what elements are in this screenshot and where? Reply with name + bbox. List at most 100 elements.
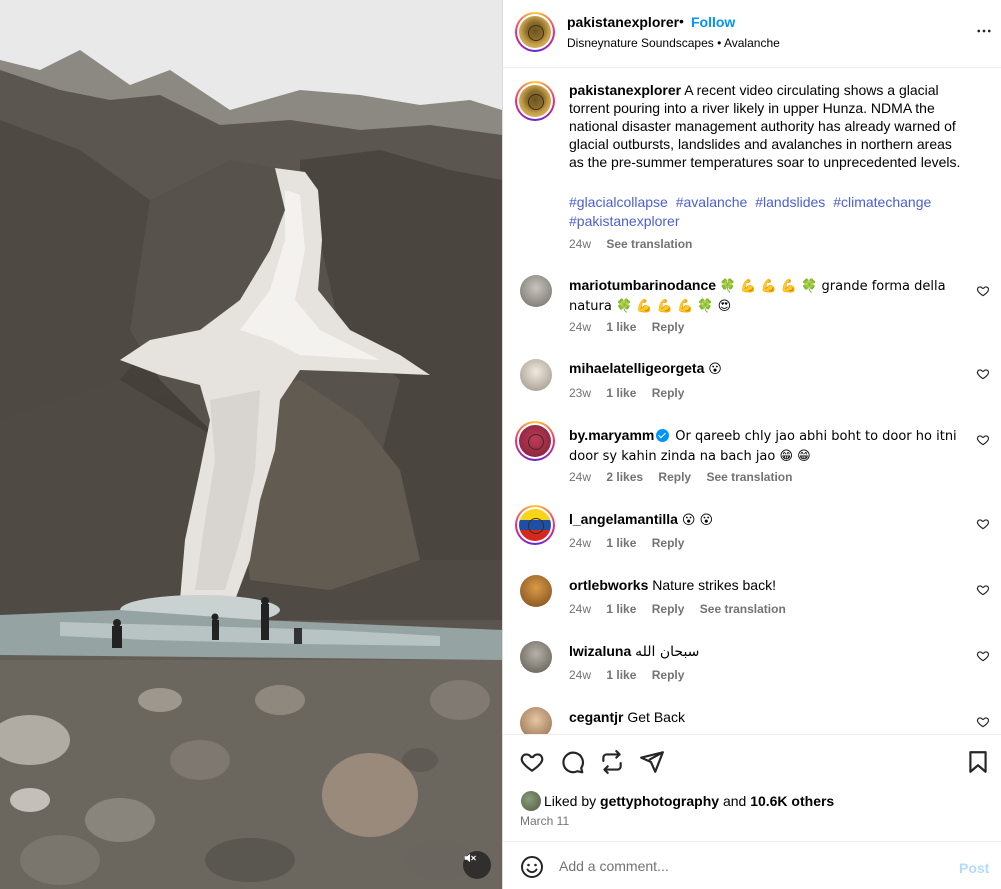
post-header: pakistanexplorer • Follow Disneynature S… [503,0,1001,68]
commenter-avatar[interactable] [520,575,552,607]
bookmark-icon[interactable] [965,749,991,775]
reply-button[interactable]: Reply [652,320,685,334]
muted-speaker-icon [464,853,476,863]
caption-meta: 24w See translation [569,237,704,251]
hashtag-link[interactable]: #climatechange [833,194,931,210]
mute-toggle-button[interactable] [463,851,491,879]
comment-username[interactable]: cegantjr [569,709,623,725]
comment-like-count[interactable]: 1 like [606,668,636,682]
comment-like-count[interactable]: 1 like [606,320,636,334]
hashtag-link[interactable]: #glacialcollapse [569,194,668,210]
comment-timestamp[interactable]: 24w [569,536,591,550]
liker-username[interactable]: gettyphotography [600,793,719,809]
post-side-panel: pakistanexplorer • Follow Disneynature S… [503,0,1001,889]
avalanche-scene [0,0,502,889]
comment-like-heart-icon[interactable] [976,433,990,447]
hashtag-link[interactable]: #pakistanexplorer [569,213,680,229]
comment-bubble-icon[interactable] [559,749,585,775]
comment-like-heart-icon[interactable] [976,583,990,597]
comment-meta: 24w 2 likes Reply See translation [569,470,804,484]
comment-meta: 24w 1 like Reply [569,536,696,550]
comment-meta: 24w 1 like Reply [569,668,696,682]
likes-others-count[interactable]: 10.6K others [750,793,834,809]
comment-username[interactable]: lwizaluna [569,643,631,659]
commenter-avatar[interactable] [515,421,555,461]
share-plane-icon[interactable] [639,749,665,775]
comment-text: 😮 [708,362,722,377]
comment-username[interactable]: mariotumbarinodance [569,277,716,293]
comment-like-heart-icon[interactable] [976,517,990,531]
comment-body: ortlebworks Nature strikes back! [569,576,969,594]
comment-body: mariotumbarinodance 🍀 💪 💪 💪 🍀 grande for… [569,276,969,316]
author-username[interactable]: pakistanexplorer [567,14,679,30]
comment-text: Nature strikes back! [652,577,776,593]
liker-avatar[interactable] [521,791,541,811]
comment-like-count[interactable]: 1 like [606,536,636,550]
add-comment-bar: Post [503,841,1001,889]
comment-text: سبحان الله [635,644,700,660]
see-translation-link[interactable]: See translation [700,602,786,616]
reply-button[interactable]: Reply [652,536,685,550]
comment-timestamp[interactable]: 24w [569,602,591,616]
likes-summary[interactable]: Liked by gettyphotography and 10.6K othe… [544,793,834,809]
commenter-avatar[interactable] [520,641,552,673]
comment-username[interactable]: mihaelatelligeorgeta [569,360,704,376]
comment-timestamp[interactable]: 24w [569,470,591,484]
likes-prefix: Liked by [544,793,597,809]
post-comment-button[interactable]: Post [959,860,989,876]
follow-button[interactable]: Follow [691,14,735,30]
comment-like-heart-icon[interactable] [976,284,990,298]
commenter-avatar[interactable] [520,359,552,391]
hashtag-link[interactable]: #landslides [755,194,825,210]
comment-timestamp[interactable]: 23w [569,386,591,400]
heart-icon[interactable] [519,749,545,775]
reply-button[interactable]: Reply [652,602,685,616]
likes-and: and [722,793,747,809]
see-translation-link[interactable]: See translation [706,470,792,484]
post-actions: Liked by gettyphotography and 10.6K othe… [503,734,1001,841]
comments-scroll-area[interactable]: pakistanexplorer A recent video circulat… [503,69,1001,734]
commenter-avatar[interactable] [520,275,552,307]
comment-body: cegantjr Get Back [569,708,969,726]
comment-meta: 24w 1 like Reply See translation [569,602,798,616]
comment-meta: 23w 1 like Reply [569,386,696,400]
comment-body: by.maryamm Or qareeb chly jao abhi boht … [569,426,969,466]
comment-like-heart-icon[interactable] [976,649,990,663]
comment-input[interactable] [559,855,939,877]
repost-icon[interactable] [599,749,625,775]
see-translation-link[interactable]: See translation [606,237,692,251]
comment-like-count[interactable]: 2 likes [606,470,643,484]
comment-body: l_angelamantilla 😮 😮 [569,510,969,530]
post-caption: pakistanexplorer A recent video circulat… [569,81,969,171]
hashtag-list: #glacialcollapse #avalanche #landslides … [569,193,969,231]
reply-button[interactable]: Reply [652,386,685,400]
post-video[interactable] [0,0,502,889]
audio-location-subtitle[interactable]: Disneynature Soundscapes • Avalanche [567,36,780,50]
comment-timestamp[interactable]: 24w [569,668,591,682]
post-date[interactable]: March 11 [520,814,569,828]
caption-timestamp[interactable]: 24w [569,237,591,251]
comment-body: mihaelatelligeorgeta 😮 [569,359,969,379]
caption-username[interactable]: pakistanexplorer [569,82,681,98]
comment-username[interactable]: ortlebworks [569,577,648,593]
emoji-icon[interactable] [520,855,544,879]
comment-username[interactable]: l_angelamantilla [569,511,678,527]
caption-author-avatar[interactable] [515,81,555,121]
comment-text: Get Back [627,709,685,725]
comment-like-heart-icon[interactable] [976,715,990,729]
commenter-avatar[interactable] [520,707,552,734]
comment-meta: 24w 1 like Reply [569,320,696,334]
comment-like-count[interactable]: 1 like [606,602,636,616]
comment-username[interactable]: by.maryamm [569,427,654,443]
commenter-avatar[interactable] [515,505,555,545]
hashtag-link[interactable]: #avalanche [676,194,748,210]
comment-like-count[interactable]: 1 like [606,386,636,400]
reply-button[interactable]: Reply [652,668,685,682]
comment-timestamp[interactable]: 24w [569,320,591,334]
reply-button[interactable]: Reply [658,470,691,484]
comment-like-heart-icon[interactable] [976,367,990,381]
more-horizontal-icon[interactable] [975,22,993,40]
comment-body: lwizaluna سبحان الله [569,642,969,661]
author-avatar[interactable] [515,12,555,52]
separator-dot: • [679,13,684,29]
